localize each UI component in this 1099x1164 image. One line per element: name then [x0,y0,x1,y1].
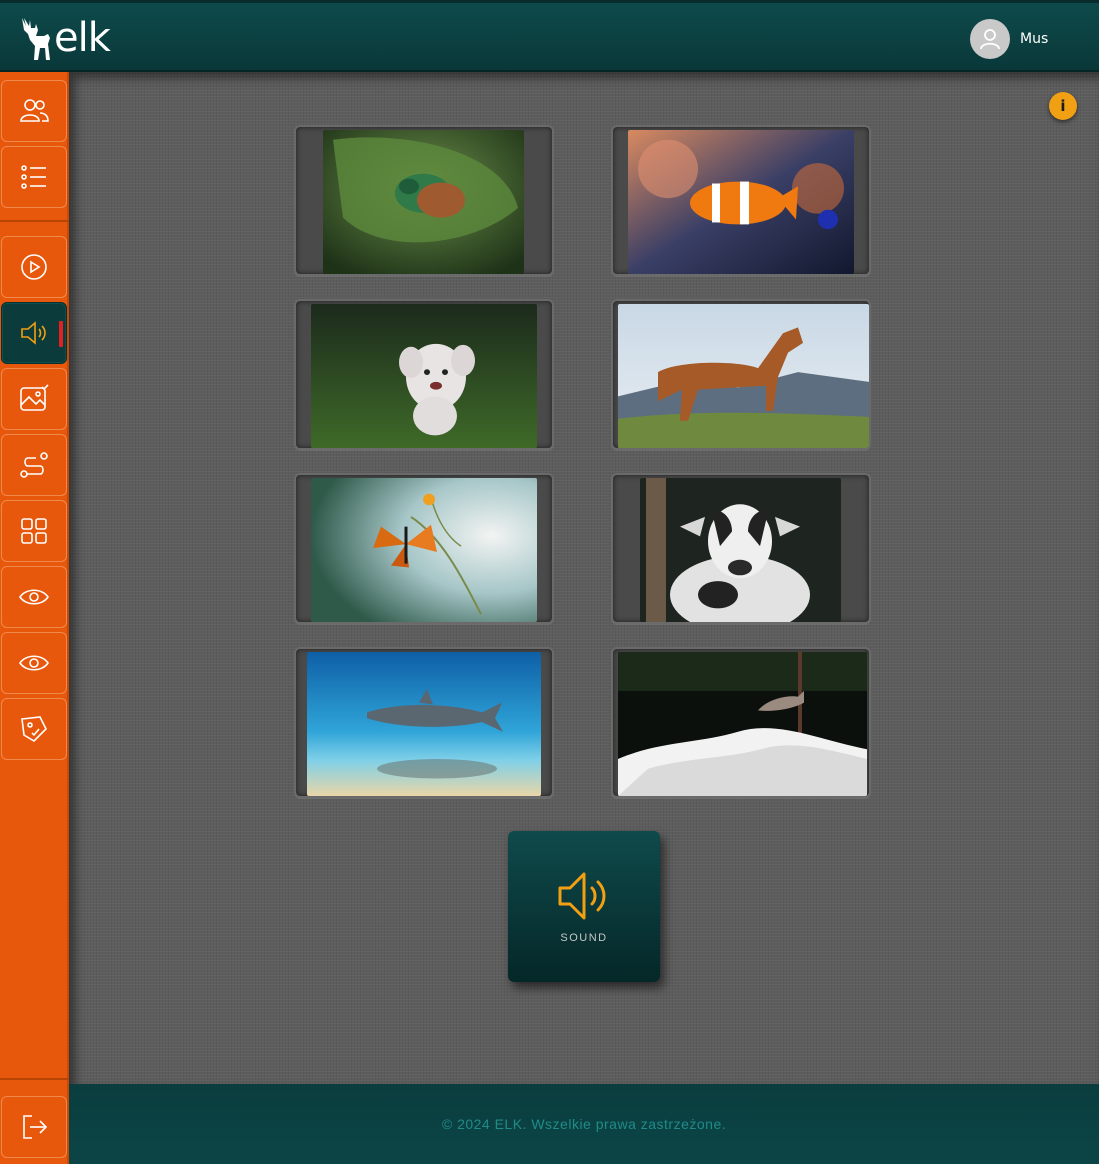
shark-photo [307,652,541,796]
main-panel: i SOUND [69,72,1099,1084]
copyright-text: © 2024 ELK. Wszelkie prawa zastrzeżone. [441,1116,727,1132]
users-icon [20,99,49,122]
user-name: Mus [1020,31,1049,47]
image-card-salmon[interactable] [611,647,871,798]
dog-photo [311,304,537,448]
sound-button[interactable]: SOUND [508,831,660,982]
goat-photo [640,478,841,622]
eye-icon [19,589,49,605]
user-icon [980,29,1000,50]
logout-icon [23,1115,48,1139]
horse-photo [618,304,869,448]
image-card-horse[interactable] [611,299,871,450]
route-icon [20,452,48,478]
beetle-photo [323,130,524,274]
eye-icon [19,655,49,671]
top-header: elk Mus [0,0,1099,72]
grid-icon [21,518,47,544]
sidebar-item-image-check[interactable] [1,368,67,430]
sidebar-item-tag[interactable] [1,698,67,760]
image-card-goat[interactable] [611,473,871,624]
sidebar-item-play[interactable] [1,236,67,298]
sidebar-item-route[interactable] [1,434,67,496]
speaker-icon [558,872,606,919]
salmon-photo [618,652,867,796]
footer: © 2024 ELK. Wszelkie prawa zastrzeżone. [69,1084,1099,1164]
play-icon [21,254,47,280]
butterfly-photo [311,478,537,622]
sidebar-item-sound[interactable] [1,302,67,364]
logo-text: elk [54,15,111,61]
sound-label: SOUND [560,931,608,944]
image-card-dog[interactable] [294,299,554,450]
sidebar-item-users[interactable] [1,80,67,142]
avatar[interactable] [970,19,1010,59]
sidebar-item-list[interactable] [1,146,67,208]
sidebar-divider [0,1078,69,1080]
image-card-clownfish[interactable] [611,125,871,276]
speaker-icon [21,321,46,345]
sidebar [0,72,69,1164]
tag-icon [21,716,47,743]
list-icon [21,165,46,189]
info-button[interactable]: i [1049,92,1077,120]
sidebar-item-eye-2[interactable] [1,632,67,694]
sidebar-item-grid[interactable] [1,500,67,562]
user-menu[interactable]: Mus [970,19,1048,59]
clownfish-photo [628,130,854,274]
sidebar-divider [0,220,69,222]
image-card-beetle[interactable] [294,125,554,276]
image-check-icon [20,384,49,411]
sidebar-item-eye[interactable] [1,566,67,628]
image-card-shark[interactable] [294,647,554,798]
image-card-butterfly[interactable] [294,473,554,624]
logout-button[interactable] [1,1096,67,1158]
elk-logo[interactable]: elk [18,13,111,65]
elk-moose-icon [22,18,50,60]
